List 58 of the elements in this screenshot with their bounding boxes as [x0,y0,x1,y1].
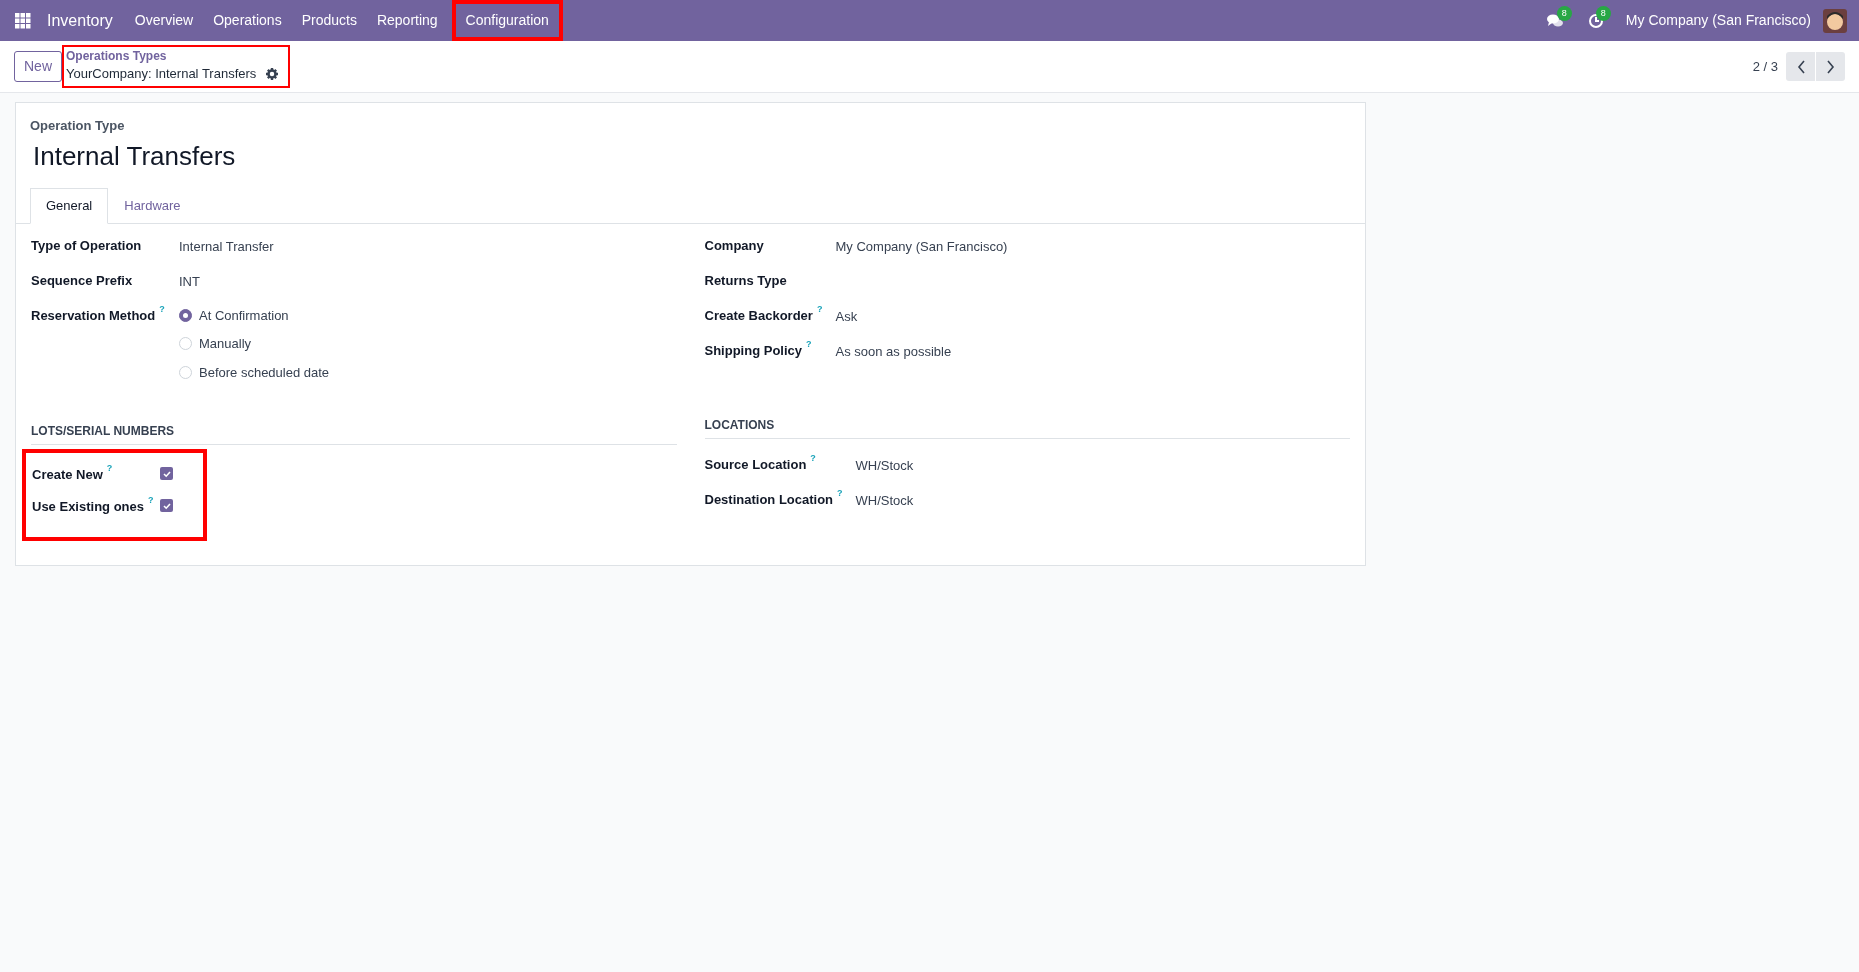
chevron-right-icon [1826,59,1835,74]
tab[interactable]: Hardware [108,187,197,224]
field-label: Create New [32,466,103,484]
menu-item[interactable]: Reporting [366,0,448,41]
next-button[interactable] [1816,52,1845,81]
notification-badge: 8 [1556,6,1572,21]
menu-item[interactable]: Configuration [451,0,563,41]
menu-item[interactable]: Operations [203,0,292,41]
help-tooltip[interactable]: ? [810,452,816,463]
field-value: My Company (San Francisco) [835,237,1008,256]
menu-item[interactable]: Products [291,0,367,41]
help-tooltip[interactable]: ? [106,463,113,473]
field-label: Shipping Policy [704,341,802,360]
checkbox[interactable] [160,499,173,512]
field-label: Destination Location [704,490,834,509]
help-tooltip[interactable]: ? [816,303,823,314]
company-switcher[interactable]: My Company (San Francisco) [1625,10,1811,31]
field-value: Internal Transfer [179,237,274,256]
new-button[interactable]: New [14,51,62,82]
field-value: WH/Stock [855,456,914,475]
pager-value: 2 / 3 [1752,57,1778,76]
clock-icon[interactable] [1587,12,1604,29]
breadcrumb-link[interactable]: Operations Types [66,49,167,65]
field-label: Returns Type [704,271,787,290]
field-caption: Operation Type [30,117,126,135]
gear-icon[interactable] [266,68,279,80]
field-label: Sequence Prefix [31,271,133,290]
help-tooltip[interactable]: ? [837,487,843,498]
section-heading: LOTS/SERIAL NUMBERS [31,418,677,445]
tab[interactable]: General [30,187,109,224]
field-value: INT [179,272,200,291]
field-label: Type of Operation [31,236,142,255]
field-label: Source Location [704,455,807,474]
record-title: Internal Transfers [33,139,236,173]
radio-label: Before scheduled date [199,363,330,382]
avatar-icon[interactable] [1823,8,1847,33]
menu-item[interactable]: Overview [124,0,204,41]
chevron-left-icon [1796,59,1805,74]
help-tooltip[interactable]: ? [806,338,812,349]
apps-menu-icon[interactable] [15,12,31,29]
field-label: Company [704,236,764,255]
radio-label: At Confirmation [199,306,289,325]
notification-badge: 8 [1595,5,1611,21]
field-label: Reservation Method [31,306,156,325]
record-name: YourCompany: Internal Transfers [66,65,257,84]
section-heading: LOCATIONS [704,411,1350,439]
field-label: Create Backorder [704,306,813,325]
app-name[interactable]: Inventory [41,8,119,33]
radio-label: Manually [199,335,252,353]
radio-button[interactable] [179,308,192,322]
field-value: As soon as possible [835,342,952,361]
field-value: Ask [835,307,858,326]
help-tooltip[interactable]: ? [159,303,165,314]
previous-button[interactable] [1786,52,1815,81]
field-value: WH/Stock [855,491,914,510]
help-tooltip[interactable]: ? [148,495,154,505]
field-label: Use Existing ones [32,498,144,516]
checkbox[interactable] [160,467,173,480]
